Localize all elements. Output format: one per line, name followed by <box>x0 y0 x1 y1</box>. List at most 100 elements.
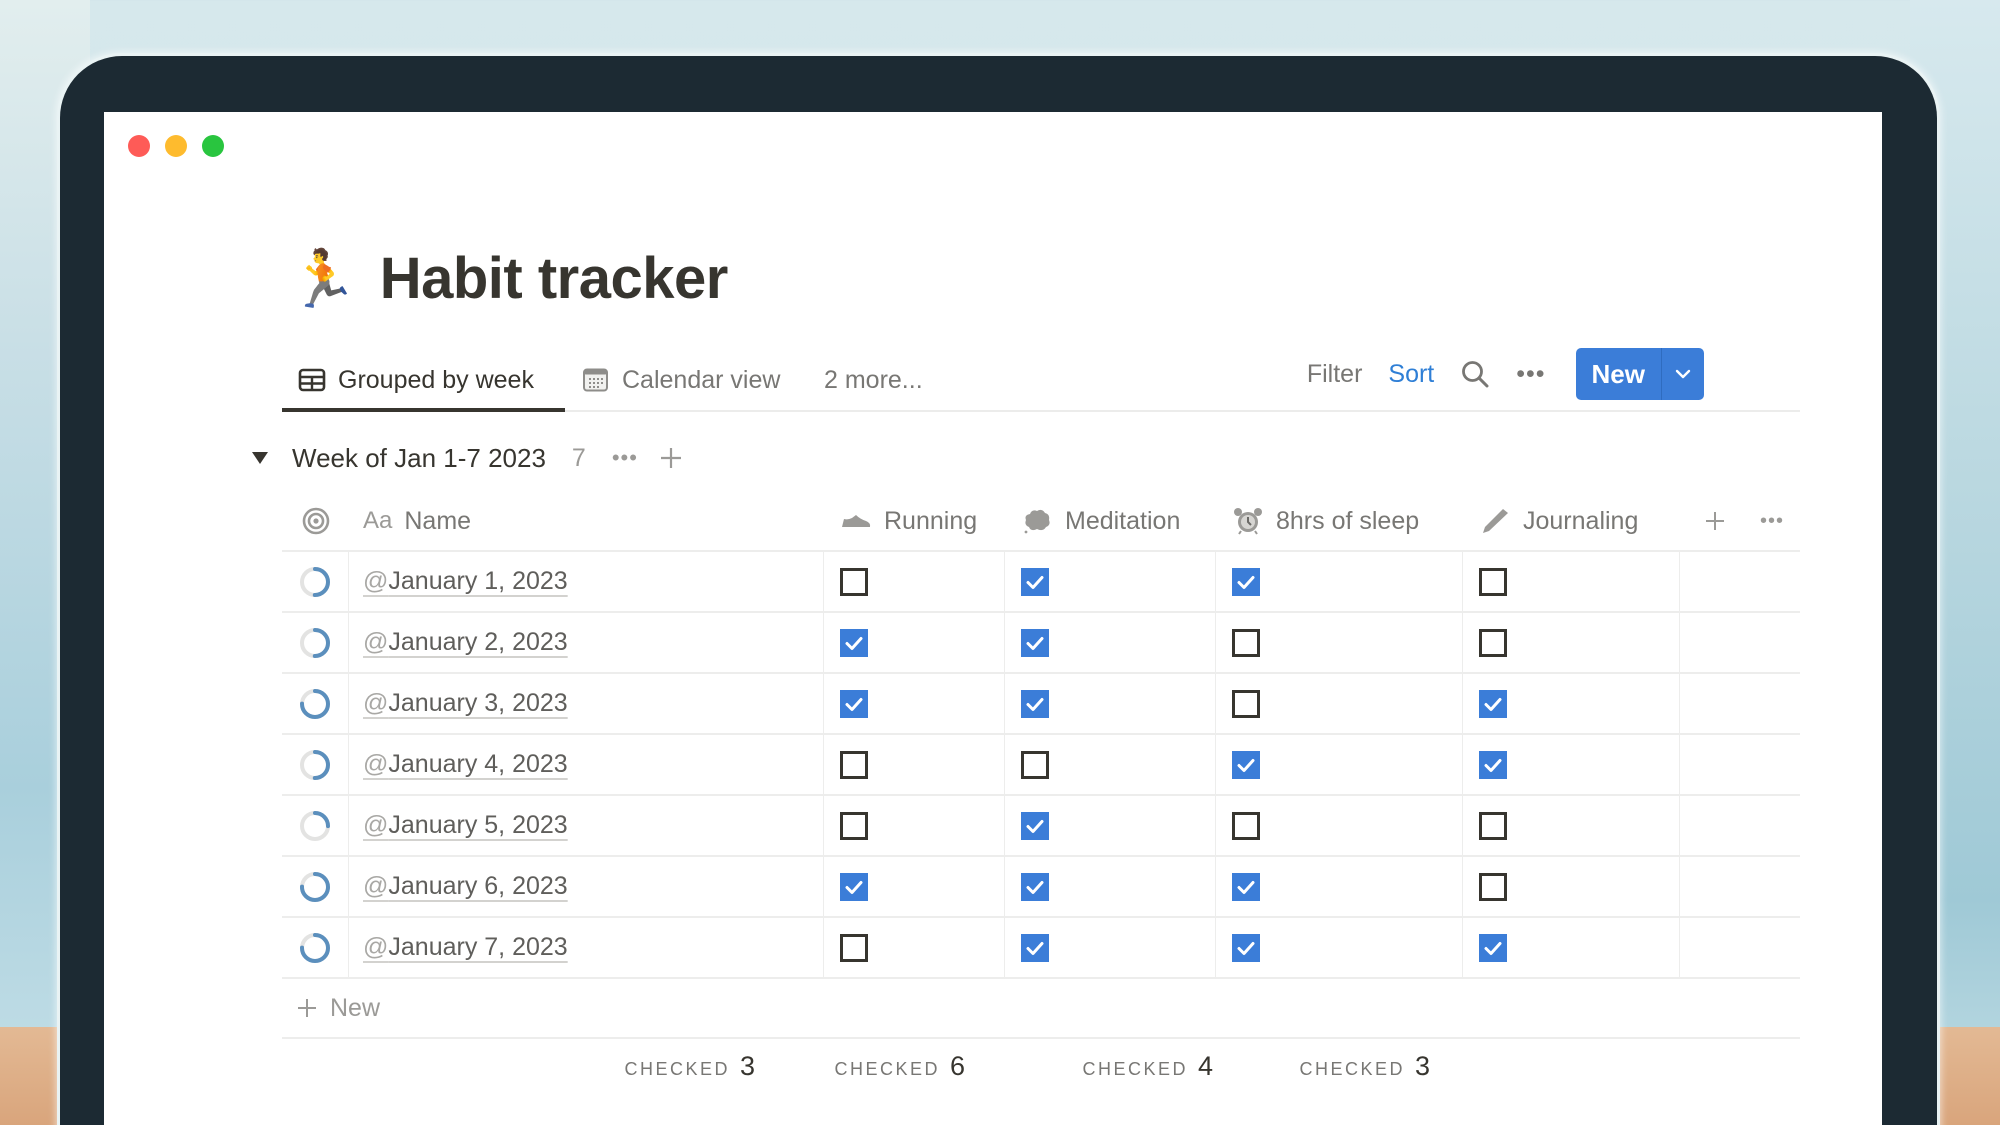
row-date: January 4, 2023 <box>388 750 568 778</box>
date-mention-link[interactable]: @January 2, 2023 <box>363 628 568 657</box>
sleep-cell <box>1216 857 1463 916</box>
journaling-checkbox[interactable] <box>1479 933 1507 962</box>
running-checkbox[interactable] <box>840 567 868 596</box>
sleep-checkbox[interactable] <box>1232 689 1260 718</box>
close-window-button[interactable] <box>128 135 150 157</box>
journaling-checkbox[interactable] <box>1479 689 1507 718</box>
more-options-button[interactable]: ••• <box>1516 360 1545 389</box>
name-cell[interactable]: @January 7, 2023 <box>349 918 824 977</box>
header-meditation[interactable]: Meditation <box>1005 492 1216 550</box>
sleep-checkbox[interactable] <box>1232 567 1260 596</box>
page-header: 🏃 Habit tracker <box>288 245 728 312</box>
calc-label: CHECKED <box>1299 1059 1405 1079</box>
calc-meditation[interactable]: CHECKED 6 <box>834 1051 965 1091</box>
sleep-checkbox[interactable] <box>1232 628 1260 657</box>
journaling-checkbox[interactable] <box>1479 750 1507 779</box>
row-date: January 1, 2023 <box>388 567 568 595</box>
date-mention-link[interactable]: @January 7, 2023 <box>363 933 568 962</box>
meditation-checkbox[interactable] <box>1021 750 1049 779</box>
header-progress[interactable] <box>282 492 349 550</box>
calendar-icon <box>583 368 608 392</box>
row-date: January 3, 2023 <box>388 689 568 717</box>
row-date: January 2, 2023 <box>388 628 568 656</box>
meditation-checkbox[interactable] <box>1021 628 1049 657</box>
table-more-button[interactable]: ••• <box>1760 510 1784 533</box>
alarm-clock-icon <box>1234 508 1262 535</box>
minimize-window-button[interactable] <box>165 135 187 157</box>
name-cell[interactable]: @January 1, 2023 <box>349 552 824 611</box>
journaling-cell <box>1463 613 1680 672</box>
sleep-checkbox[interactable] <box>1232 811 1260 840</box>
running-checkbox[interactable] <box>840 811 868 840</box>
new-button[interactable]: New <box>1576 348 1662 400</box>
maximize-window-button[interactable] <box>202 135 224 157</box>
name-cell[interactable]: @January 6, 2023 <box>349 857 824 916</box>
running-checkbox[interactable] <box>840 628 868 657</box>
meditation-checkbox[interactable] <box>1021 872 1049 901</box>
header-name[interactable]: Aa Name <box>349 492 824 550</box>
name-cell[interactable]: @January 3, 2023 <box>349 674 824 733</box>
running-checkbox[interactable] <box>840 872 868 901</box>
filter-button[interactable]: Filter <box>1307 360 1363 389</box>
sleep-checkbox[interactable] <box>1232 872 1260 901</box>
collapse-triangle-icon[interactable] <box>250 450 270 466</box>
table-row: @January 3, 2023 <box>282 674 1800 735</box>
row-date: January 6, 2023 <box>388 872 568 900</box>
tab-calendar-view[interactable]: Calendar view <box>582 350 780 410</box>
calc-value: 6 <box>949 1051 965 1081</box>
header-label: Running <box>884 506 978 535</box>
date-mention-link[interactable]: @January 5, 2023 <box>363 811 568 840</box>
table-header-row: Aa Name Running Meditation 8hrs of sleep… <box>282 492 1800 552</box>
journaling-checkbox[interactable] <box>1479 872 1507 901</box>
plus-icon <box>298 999 316 1017</box>
more-views-label: 2 more... <box>824 365 923 394</box>
row-date: January 5, 2023 <box>388 811 568 839</box>
progress-ring-icon <box>300 627 330 658</box>
running-checkbox[interactable] <box>840 933 868 962</box>
group-title[interactable]: Week of Jan 1-7 2023 <box>292 443 546 474</box>
name-cell[interactable]: @January 4, 2023 <box>349 735 824 794</box>
date-mention-link[interactable]: @January 3, 2023 <box>363 689 568 718</box>
progress-cell <box>282 857 349 916</box>
group-more-button[interactable]: ••• <box>612 445 638 471</box>
table-row: @January 4, 2023 <box>282 735 1800 796</box>
running-checkbox[interactable] <box>840 750 868 779</box>
page-title[interactable]: Habit tracker <box>380 245 729 312</box>
add-property-icon[interactable] <box>1704 510 1726 532</box>
date-mention-link[interactable]: @January 6, 2023 <box>363 872 568 901</box>
meditation-checkbox[interactable] <box>1021 567 1049 596</box>
journaling-checkbox[interactable] <box>1479 628 1507 657</box>
add-row-button[interactable]: New <box>282 979 1800 1039</box>
running-checkbox[interactable] <box>840 689 868 718</box>
search-icon[interactable] <box>1460 359 1490 389</box>
sneaker-icon <box>842 515 871 527</box>
tab-grouped-by-week[interactable]: Grouped by week <box>282 350 565 412</box>
journaling-checkbox[interactable] <box>1479 567 1507 596</box>
name-cell[interactable]: @January 5, 2023 <box>349 796 824 855</box>
date-mention-link[interactable]: @January 4, 2023 <box>363 750 568 779</box>
header-running[interactable]: Running <box>824 492 1005 550</box>
meditation-cell <box>1005 735 1216 794</box>
more-views-button[interactable]: 2 more... <box>824 350 923 410</box>
meditation-checkbox[interactable] <box>1021 811 1049 840</box>
journaling-cell <box>1463 857 1680 916</box>
sleep-checkbox[interactable] <box>1232 750 1260 779</box>
progress-ring-icon <box>300 871 330 902</box>
runner-emoji-icon[interactable]: 🏃 <box>288 250 358 307</box>
running-cell <box>824 735 1005 794</box>
meditation-checkbox[interactable] <box>1021 689 1049 718</box>
calc-sleep[interactable]: CHECKED 4 <box>1082 1051 1213 1091</box>
calc-running[interactable]: CHECKED 3 <box>624 1051 755 1091</box>
new-dropdown-button[interactable] <box>1662 348 1704 400</box>
meditation-checkbox[interactable] <box>1021 933 1049 962</box>
date-mention-link[interactable]: @January 1, 2023 <box>363 567 568 596</box>
header-journaling[interactable]: Journaling <box>1463 492 1680 550</box>
row-date: January 7, 2023 <box>388 933 568 961</box>
name-cell[interactable]: @January 2, 2023 <box>349 613 824 672</box>
sleep-checkbox[interactable] <box>1232 933 1260 962</box>
sort-button[interactable]: Sort <box>1388 360 1434 389</box>
journaling-checkbox[interactable] <box>1479 811 1507 840</box>
group-add-icon[interactable] <box>658 445 684 471</box>
calc-journaling[interactable]: CHECKED 3 <box>1299 1051 1430 1091</box>
header-sleep[interactable]: 8hrs of sleep <box>1216 492 1463 550</box>
